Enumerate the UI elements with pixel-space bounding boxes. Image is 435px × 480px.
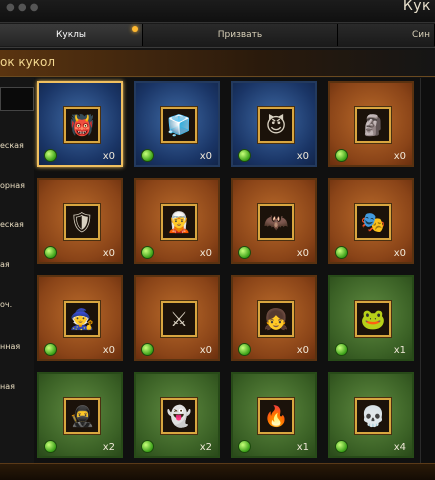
doll-card[interactable]: 👻 x2 xyxy=(134,372,220,458)
sidebar-item-3[interactable]: еская xyxy=(0,220,24,229)
doll-count: x0 xyxy=(199,248,212,259)
doll-card[interactable]: 🥷 x2 xyxy=(37,372,123,458)
sidebar-item-6[interactable]: нная xyxy=(0,342,20,351)
green-gem-icon xyxy=(238,343,251,356)
doll-card[interactable]: 🎭 x0 xyxy=(328,178,414,264)
doll-card[interactable]: 🧝 x0 xyxy=(134,178,220,264)
doll-card[interactable]: 🦇 x0 xyxy=(231,178,317,264)
frost-golem-portrait: 🗿 xyxy=(355,107,391,143)
golden-warrior-portrait: ⚔ xyxy=(161,301,197,337)
doll-count: x0 xyxy=(199,151,212,162)
skeleton-portrait: 💀 xyxy=(355,398,391,434)
red-knight-portrait: 🔥 xyxy=(258,398,294,434)
doll-count: x0 xyxy=(102,248,115,259)
doll-count: x4 xyxy=(393,442,406,453)
tab-summon[interactable]: Призвать xyxy=(143,24,338,46)
window-title: Кук xyxy=(402,0,431,14)
dark-mage-portrait: 🧙 xyxy=(64,301,100,337)
doll-card[interactable]: 💀 x4 xyxy=(328,372,414,458)
pale-ghoul-portrait: 👻 xyxy=(161,398,197,434)
sidebar-item-1[interactable]: еская xyxy=(0,141,24,150)
green-gem-icon xyxy=(141,440,154,453)
green-gem-icon xyxy=(141,246,154,259)
tab-dolls[interactable]: Куклы xyxy=(0,24,143,46)
sidebar-item-4[interactable]: ая xyxy=(0,260,10,269)
green-gem-icon xyxy=(335,246,348,259)
doll-count: x2 xyxy=(199,442,212,453)
doll-count: x1 xyxy=(296,442,309,453)
doll-card[interactable]: 👧 x0 xyxy=(231,275,317,361)
doll-card[interactable]: 👹 x0 xyxy=(37,81,123,167)
title-bar: ● ● ● Кук xyxy=(0,0,435,23)
sidebar-item-2[interactable]: орная xyxy=(0,181,25,190)
tab-synthesis[interactable]: Син xyxy=(338,24,435,46)
green-gem-icon xyxy=(335,149,348,162)
doll-card[interactable]: 🗿 x0 xyxy=(328,81,414,167)
blue-hair-girl-portrait: 👧 xyxy=(258,301,294,337)
scrollbar[interactable] xyxy=(420,78,435,463)
doll-card[interactable]: ⚔ x0 xyxy=(134,275,220,361)
section-header: ок кукол xyxy=(0,50,435,77)
sidebar-item-7[interactable]: ная xyxy=(0,382,15,391)
doll-count: x0 xyxy=(296,248,309,259)
green-gem-icon xyxy=(44,343,57,356)
filter-sidebar: еская орная еская ая оч. нная ная xyxy=(0,78,34,463)
doll-card[interactable]: 🛡 x0 xyxy=(37,178,123,264)
doll-card[interactable]: 🧙 x0 xyxy=(37,275,123,361)
masked-warrior-portrait: 🎭 xyxy=(355,204,391,240)
green-gem-icon xyxy=(238,149,251,162)
green-gem-icon xyxy=(335,343,348,356)
green-gem-icon xyxy=(238,440,251,453)
doll-card[interactable]: 🧊 x0 xyxy=(134,81,220,167)
frog-portrait: 🐸 xyxy=(355,301,391,337)
doll-card[interactable]: 🔥 x1 xyxy=(231,372,317,458)
green-gem-icon xyxy=(238,246,251,259)
doll-count: x0 xyxy=(296,151,309,162)
green-gem-icon xyxy=(335,440,348,453)
section-title: ок кукол xyxy=(0,55,56,69)
green-gem-icon xyxy=(141,149,154,162)
horned-demon-portrait: 😈 xyxy=(258,107,294,143)
sidebar-item-5[interactable]: оч. xyxy=(0,300,12,309)
doll-card[interactable]: 😈 x0 xyxy=(231,81,317,167)
green-gem-icon xyxy=(44,149,57,162)
doll-count: x0 xyxy=(102,151,115,162)
doll-count: x0 xyxy=(393,151,406,162)
green-gem-icon xyxy=(44,246,57,259)
doll-card[interactable]: 🐸 x1 xyxy=(328,275,414,361)
ice-spirit-portrait: 🧊 xyxy=(161,107,197,143)
winged-beast-portrait: 🦇 xyxy=(258,204,294,240)
green-gem-icon xyxy=(44,440,57,453)
doll-count: x0 xyxy=(393,248,406,259)
green-gem-icon xyxy=(141,343,154,356)
doll-count: x0 xyxy=(102,345,115,356)
bottom-frame xyxy=(0,463,435,480)
doll-count: x0 xyxy=(296,345,309,356)
armored-knight-portrait: 🛡 xyxy=(64,204,100,240)
blue-warrior-portrait: 🥷 xyxy=(64,398,100,434)
doll-count: x1 xyxy=(393,345,406,356)
notification-dot xyxy=(132,26,138,32)
window-controls: ● ● ● xyxy=(6,2,39,13)
filter-dropdown[interactable] xyxy=(0,87,34,111)
doll-count: x2 xyxy=(102,442,115,453)
doll-count: x0 xyxy=(199,345,212,356)
white-hair-elf-portrait: 🧝 xyxy=(161,204,197,240)
tab-bar: Куклы Призвать Син xyxy=(0,22,435,48)
fire-demon-portrait: 👹 xyxy=(64,107,100,143)
doll-grid: 👹 x0 🧊 x0 😈 x0 🗿 x0 🛡 x0 🧝 x0 🦇 x0 🎭 x0 🧙 x0 ⚔ x0 👧 x0 🐸 x1 🥷 x2 👻… xyxy=(34,78,420,463)
